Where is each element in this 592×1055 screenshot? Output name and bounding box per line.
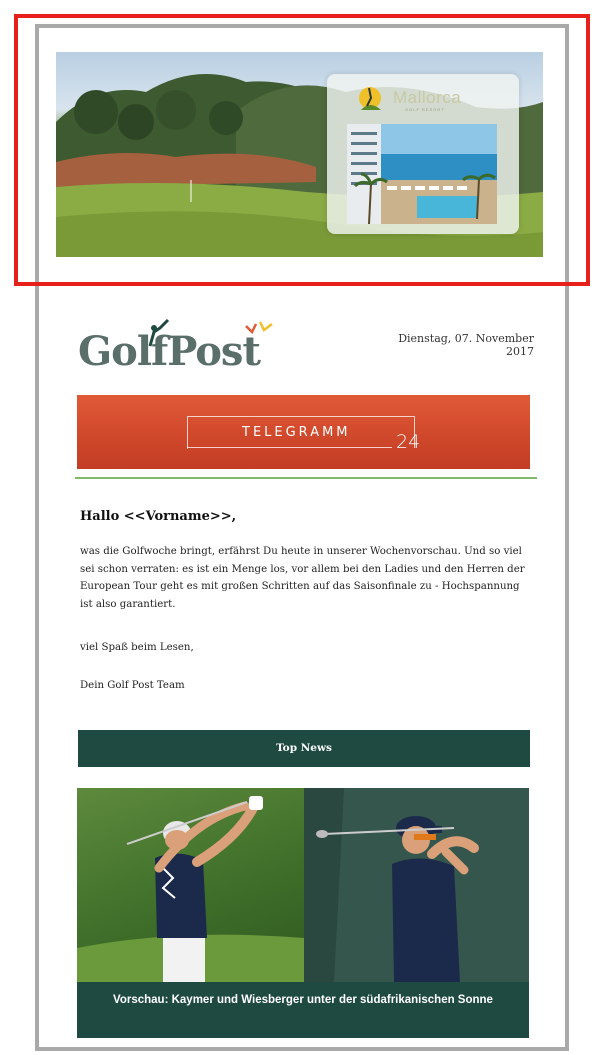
greeting: Hallo <<Vorname>>, (80, 509, 237, 524)
ad-banner[interactable]: Mallorca GOLF RESORT (56, 52, 543, 257)
newsletter-date: Dienstag, 07. November 2017 (398, 332, 534, 358)
golfer-silhouette-icon (359, 87, 381, 110)
mallorca-logo: Mallorca GOLF RESORT (351, 80, 501, 116)
promo-brand: Mallorca (393, 88, 462, 107)
telegram-number: 24 (396, 431, 421, 453)
golfer-photo-left (77, 788, 304, 982)
golfer-swing-icon (148, 318, 273, 347)
promo-card[interactable]: Mallorca GOLF RESORT (327, 74, 519, 234)
hotel-photo (347, 124, 497, 224)
section-divider (75, 477, 537, 479)
golfer-photo-right (304, 788, 529, 982)
signature-text: Dein Golf Post Team (80, 680, 185, 691)
intro-text: was die Golfwoche bringt, erfährst Du he… (80, 546, 525, 610)
top-news-header: Top News (78, 730, 530, 767)
telegram-banner[interactable]: TELEGRAMM 24 (77, 395, 530, 469)
news-teaser[interactable]: Vorschau: Kaymer und Wiesberger unter de… (77, 788, 529, 1038)
promo-brand-sub: GOLF RESORT (405, 107, 445, 112)
golfpost-logo[interactable]: GolfPost (78, 316, 288, 380)
news-caption[interactable]: Vorschau: Kaymer und Wiesberger unter de… (77, 982, 529, 1038)
telegram-label: TELEGRAMM (242, 425, 351, 440)
closing-text: viel Spaß beim Lesen, (80, 642, 194, 653)
